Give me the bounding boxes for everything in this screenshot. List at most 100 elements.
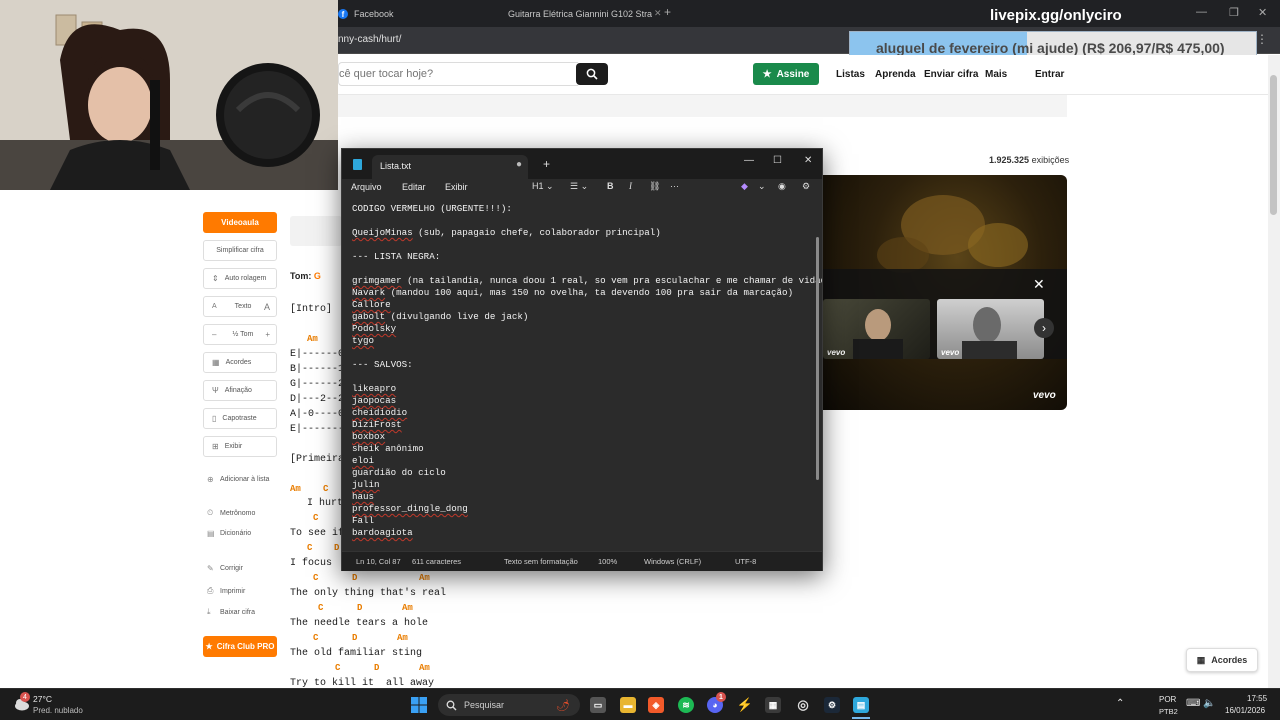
misspelled-word[interactable]: Podolsky — [352, 323, 396, 334]
cifra-club-pro-button[interactable]: ★ Cifra Club PRO — [203, 636, 277, 657]
menu-arquivo[interactable]: Arquivo — [351, 182, 382, 192]
text-line[interactable]: DiziFrost — [352, 419, 402, 430]
taskbar-search[interactable]: Pesquisar 🌶 — [438, 694, 580, 716]
text-line[interactable]: bardoagiota — [352, 527, 413, 538]
chord[interactable]: Am — [290, 484, 301, 494]
search-button[interactable] — [576, 63, 608, 85]
nav-entrar[interactable]: Entrar — [1035, 69, 1064, 80]
text-line[interactable]: eloi — [352, 455, 374, 466]
chord[interactable]: Am — [307, 334, 318, 344]
tab-guitarra[interactable]: Guitarra Elétrica Giannini G102 Strat — [502, 5, 652, 23]
text-line[interactable]: CODIGO VERMELHO (URGENTE!!!): — [352, 203, 512, 214]
chord[interactable]: C — [307, 543, 312, 553]
page-scrollbar[interactable] — [1268, 55, 1280, 688]
sidebar-link-metronomo[interactable]: ⏲ Metrônomo — [207, 508, 255, 518]
steam-icon[interactable]: ⚙ — [824, 697, 840, 713]
text-increase-button[interactable]: A — [264, 302, 270, 312]
text-line[interactable]: Fall — [352, 515, 374, 526]
misspelled-word[interactable]: gabolt — [352, 311, 385, 322]
text-line[interactable]: Podolsky — [352, 323, 396, 334]
chord[interactable]: C — [313, 633, 318, 643]
next-arrow-button[interactable]: › — [1034, 318, 1054, 338]
chord[interactable]: C — [335, 663, 340, 673]
minimize-icon[interactable]: — — [1196, 6, 1207, 18]
list-dropdown[interactable]: ☰ ⌄ — [570, 181, 588, 192]
clock-date[interactable]: 16/01/2026 — [1225, 706, 1265, 715]
assine-button[interactable]: ★ Assine — [753, 63, 819, 85]
app-icon[interactable]: ⚡ — [737, 697, 753, 713]
settings-gear-icon[interactable]: ⚙ — [802, 181, 810, 192]
text-line[interactable]: --- LISTA NEGRA: — [352, 251, 440, 262]
copilot-icon[interactable]: ◆ — [741, 181, 748, 192]
maximize-icon[interactable]: ❐ — [1229, 6, 1239, 19]
heading-dropdown[interactable]: H1 ⌄ — [532, 181, 554, 192]
maximize-icon[interactable]: ☐ — [773, 155, 782, 166]
chord[interactable]: Am — [419, 663, 430, 673]
misspelled-word[interactable]: professor_dingle_dong — [352, 503, 468, 514]
text-line[interactable]: julin — [352, 479, 380, 490]
close-icon[interactable]: ✕ — [804, 155, 812, 166]
more-icon[interactable]: ··· — [670, 181, 679, 191]
text-line[interactable]: QueijoMinas (sub, papagaio chefe, colabo… — [352, 227, 661, 238]
file-explorer-icon[interactable]: ▬ — [620, 697, 636, 713]
new-tab-icon[interactable]: + — [543, 157, 550, 171]
video-player[interactable]: ✕ vevo vevo › vevo — [823, 175, 1067, 410]
misspelled-word[interactable]: likeapro — [352, 383, 396, 394]
close-tab-icon[interactable]: ✕ — [654, 8, 662, 19]
chord[interactable]: C — [313, 573, 318, 583]
text-line[interactable]: Callore — [352, 299, 391, 310]
misspelled-word[interactable]: Navark — [352, 287, 385, 298]
menu-editar[interactable]: Editar — [402, 182, 426, 192]
network-icon[interactable]: ⌨ — [1186, 698, 1200, 709]
text-line[interactable]: likeapro — [352, 383, 396, 394]
chord[interactable]: C — [318, 603, 323, 613]
volume-icon[interactable]: 🔈 — [1203, 698, 1215, 709]
spotify-icon[interactable]: ≋ — [678, 697, 694, 713]
text-line[interactable]: --- SALVOS: — [352, 359, 413, 370]
notepad-tab[interactable]: Lista.txt ● — [372, 155, 528, 179]
zoom-level[interactable]: 100% — [598, 557, 617, 566]
videoaula-button[interactable]: Videoaula — [203, 212, 277, 233]
tab-facebook[interactable]: f Facebook — [338, 5, 488, 23]
close-window-icon[interactable]: ✕ — [1258, 6, 1267, 19]
misspelled-word[interactable]: tygo — [352, 335, 374, 346]
sidebar-link-dicionario[interactable]: ▤ Dicionário — [207, 529, 251, 538]
chord[interactable]: C — [323, 484, 328, 494]
minimize-icon[interactable]: — — [744, 155, 754, 166]
sidebar-item-afinacao[interactable]: Ψ Afinação — [203, 380, 277, 401]
sidebar-item-capotraste[interactable]: ▯ Capotraste — [203, 408, 277, 429]
close-icon[interactable]: ✕ — [1033, 276, 1045, 293]
text-line[interactable]: guardião do ciclo — [352, 467, 446, 478]
misspelled-word[interactable]: QueijoMinas — [352, 227, 413, 238]
task-view-icon[interactable]: ▭ — [590, 697, 606, 713]
text-line[interactable]: boxbox — [352, 431, 385, 442]
text-line[interactable]: Navark (mandou 100 aqui, mas 150 no ovel… — [352, 287, 793, 298]
text-line[interactable]: gabolt (divulgando live de jack) — [352, 311, 528, 322]
obs-icon[interactable]: ◎ — [795, 697, 811, 713]
misspelled-word[interactable]: haus — [352, 491, 374, 502]
weather-icon[interactable]: 4 — [12, 692, 30, 713]
sidebar-link-adicionar-lista[interactable]: ⊕ Adicionar à lista — [207, 475, 269, 484]
calculator-icon[interactable]: ▦ — [765, 697, 781, 713]
new-tab-icon[interactable]: + — [664, 5, 671, 19]
sidebar-link-corrigir[interactable]: ✎ Corrigir — [207, 564, 243, 573]
link-icon[interactable]: ⛓ — [649, 181, 660, 192]
text-line[interactable]: professor_dingle_dong — [352, 503, 468, 514]
account-icon[interactable]: ◉ — [778, 181, 786, 192]
chord[interactable]: D — [334, 543, 339, 553]
clock-time[interactable]: 17:55 — [1247, 694, 1267, 703]
windows-start-icon[interactable] — [411, 697, 427, 713]
menu-exibir[interactable]: Exibir — [445, 182, 468, 192]
text-line[interactable]: jaopocas — [352, 395, 396, 406]
sidebar-item-exibir[interactable]: ⊞ Exibir — [203, 436, 277, 457]
language-code[interactable]: POR — [1159, 695, 1176, 704]
text-line[interactable]: cheidiodio — [352, 407, 407, 418]
misspelled-word[interactable]: julin — [352, 479, 380, 490]
misspelled-word[interactable]: jaopocas — [352, 395, 396, 406]
text-line[interactable]: sheik anônimo — [352, 443, 424, 454]
simplificar-cifra-button[interactable]: Simplificar cifra — [203, 240, 277, 261]
chord[interactable]: D — [352, 573, 357, 583]
sidebar-link-imprimir[interactable]: ⎙ Imprimir — [207, 586, 245, 596]
tom-key-value[interactable]: G — [314, 271, 321, 281]
tom-plus-button[interactable]: + — [265, 330, 270, 339]
